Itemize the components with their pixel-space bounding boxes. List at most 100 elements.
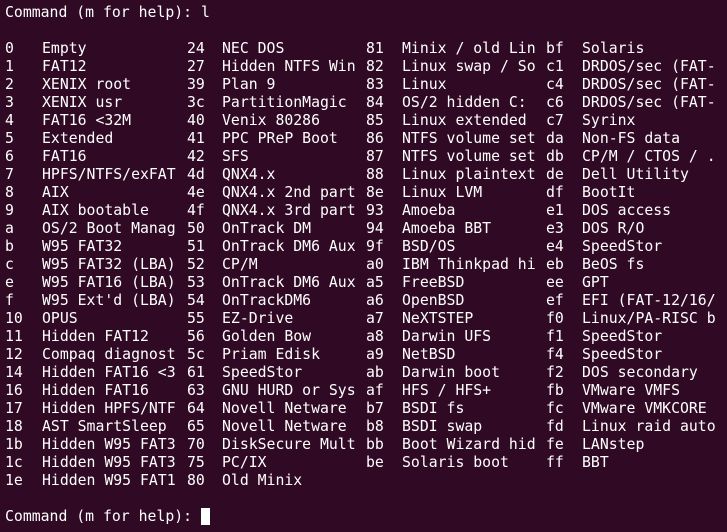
partition-code: fe [546,436,564,453]
table-row: b W95 FAT32 51 OnTrack DM6 Aux 9f BSD/OS e4 Spe… [0,238,727,256]
partition-name: BSD/OS [402,238,456,255]
partition-name: Extended [42,130,114,147]
partition-code: 2 [5,76,14,93]
partition-name: Amoeba BBT [402,220,492,237]
table-row: 14 Hidden FAT16 <3 61 SpeedStor ab Darwin boo… [0,364,727,382]
partition-name: QNX4.x 3rd part [222,202,356,219]
table-row: 7 HPFS/NTFS/exFAT 4d QNX4.x 88 Linux plaintex… [0,166,727,184]
partition-code: 4d [187,166,205,183]
partition-name: NTFS volume set [402,148,536,165]
partition-name: NeXTSTEP [402,310,474,327]
command-prompt-bottom[interactable]: Command (m for help): [5,508,210,526]
partition-code: 82 [366,58,384,75]
table-row: 9 AIX bootable 4f QNX4.x 3rd part 93 Amoeba e1… [0,202,727,220]
partition-code: 53 [187,274,205,291]
partition-name: Boot Wizard hid [402,436,536,453]
table-row: 1c Hidden W95 FAT3 75 PC/IX be Solaris boot ff… [0,454,727,472]
partition-name: SpeedStor [582,346,663,363]
partition-code: f [5,292,14,309]
partition-name: AIX [42,184,69,201]
partition-code: 3 [5,94,14,111]
partition-code: 93 [366,202,384,219]
partition-code: 11 [5,328,23,345]
partition-code: 87 [366,148,384,165]
partition-code: 9f [366,238,384,255]
partition-name: DOS access [582,202,672,219]
partition-name: AIX bootable [42,202,149,219]
partition-code: 94 [366,220,384,237]
partition-name: Linux swap / So [402,58,536,75]
partition-name: Amoeba [402,202,456,219]
partition-name: CP/M / CTOS / . [582,148,716,165]
partition-name: PartitionMagic [222,94,347,111]
partition-name: Compaq diagnost [42,346,176,363]
partition-code: be [366,454,384,471]
partition-code: a8 [366,328,384,345]
partition-code: 27 [187,58,205,75]
table-row: 6 FAT16 42 SFS 87 NTFS volume set db CP/M / CTO… [0,148,727,166]
table-row: 1b Hidden W95 FAT3 70 DiskSecure Mult bb Boot… [0,436,727,454]
partition-name: W95 Ext'd (LBA) [42,292,176,309]
table-row: 2 XENIX root 39 Plan 9 83 Linux c4 DRDOS/sec (F… [0,76,727,94]
partition-code: 6 [5,148,14,165]
partition-code: f2 [546,364,564,381]
partition-name: W95 FAT32 [42,238,123,255]
partition-code: f0 [546,310,564,327]
partition-name: Non-FS data [582,130,680,147]
partition-code: db [546,148,564,165]
partition-name: Hidden NTFS Win [222,58,356,75]
partition-name: Novell Netware [222,400,347,417]
terminal-window[interactable]: Command (m for help): l 0 Empty 24 NEC DOS 8… [0,0,727,532]
table-row: 1e Hidden W95 FAT1 80 Old Minix [0,472,727,490]
partition-code: a7 [366,310,384,327]
partition-name: XENIX root [42,76,132,93]
partition-name: HPFS/NTFS/exFAT [42,166,176,183]
partition-name: QNX4.x 2nd part [222,184,356,201]
partition-code: 61 [187,364,205,381]
partition-code: 80 [187,472,205,489]
partition-code: f4 [546,346,564,363]
partition-code: 10 [5,310,23,327]
partition-code: 65 [187,418,205,435]
table-row: 1 FAT12 27 Hidden NTFS Win 82 Linux swap / So… [0,58,727,76]
partition-name: Hidden FAT12 [42,328,149,345]
partition-code: 4 [5,112,14,129]
partition-code: c6 [546,94,564,111]
partition-name: FAT16 <32M [42,112,132,129]
partition-name: Darwin boot [402,364,500,381]
partition-name: Darwin UFS [402,328,492,345]
partition-code: 75 [187,454,205,471]
table-row: 17 Hidden HPFS/NTF 64 Novell Netware b7 BSDI … [0,400,727,418]
table-row: 0 Empty 24 NEC DOS 81 Minix / old Lin bf Solari… [0,40,727,58]
partition-name: OpenBSD [402,292,465,309]
partition-code: fd [546,418,564,435]
partition-code: fc [546,400,564,417]
partition-name: Solaris [582,40,645,57]
partition-name: XENIX usr [42,94,123,111]
partition-code: 86 [366,130,384,147]
partition-name: Priam Edisk [222,346,320,363]
table-row: 8 AIX 4e QNX4.x 2nd part 8e Linux LVM df BootIt [0,184,727,202]
partition-code: eb [546,256,564,273]
partition-name: W95 FAT16 (LBA) [42,274,176,291]
partition-code: b [5,238,14,255]
partition-code: ff [546,454,564,471]
table-row: e W95 FAT16 (LBA) 53 OnTrack DM6 Aux a5 FreeB… [0,274,727,292]
partition-code: bb [366,436,384,453]
partition-name: CP/M [222,256,258,273]
partition-code: 52 [187,256,205,273]
table-row: c W95 FAT32 (LBA) 52 CP/M a0 IBM Thinkpad hi e… [0,256,727,274]
partition-code: 70 [187,436,205,453]
partition-code: b7 [366,400,384,417]
partition-code: e4 [546,238,564,255]
partition-code: 7 [5,166,14,183]
partition-name: DiskSecure Mult [222,436,356,453]
partition-name: Novell Netware [222,418,347,435]
partition-name: OnTrack DM [222,220,312,237]
partition-code: a9 [366,346,384,363]
partition-code: 4f [187,202,205,219]
partition-name: Linux/PA-RISC b [582,310,716,327]
table-row: 18 AST SmartSleep 65 Novell Netware b8 BSDI s… [0,418,727,436]
partition-code: 40 [187,112,205,129]
partition-name: Linux extended [402,112,527,129]
